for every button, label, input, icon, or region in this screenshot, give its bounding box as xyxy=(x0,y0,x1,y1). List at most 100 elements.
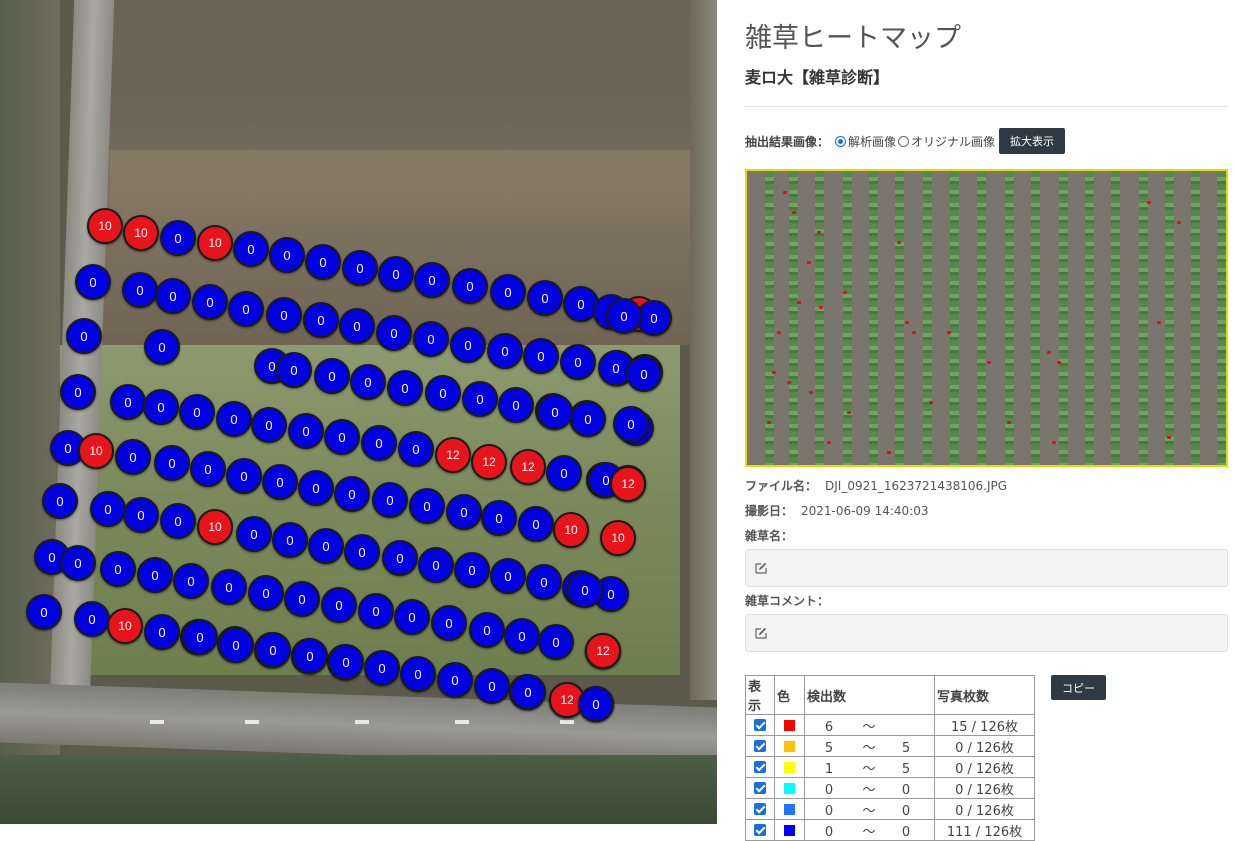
weed-marker-high[interactable]: 10 xyxy=(600,520,636,556)
legend-checkbox-cell[interactable] xyxy=(745,819,775,841)
weed-marker-none[interactable]: 0 xyxy=(144,329,180,365)
weed-marker-none[interactable]: 0 xyxy=(328,644,364,680)
weed-marker-none[interactable]: 0 xyxy=(160,220,196,256)
weed-marker-none[interactable]: 0 xyxy=(42,483,78,519)
weed-marker-none[interactable]: 0 xyxy=(269,237,305,273)
weed-marker-none[interactable]: 0 xyxy=(154,445,190,481)
weed-marker-high[interactable]: 12 xyxy=(610,466,646,502)
weed-marker-none[interactable]: 0 xyxy=(398,431,434,467)
weed-marker-none[interactable]: 0 xyxy=(490,558,526,594)
aerial-map[interactable]: 10 10 0 10 0 0 0 0 0 0 0 0 0 0 0 0 0 0 0 0 0 0 0 0 0 0 0 0 0 0 0 0 0 0 0 0 0… xyxy=(0,0,717,824)
weed-marker-none[interactable]: 0 xyxy=(211,569,247,605)
weed-marker-none[interactable]: 0 xyxy=(292,638,328,674)
weed-marker-none[interactable]: 0 xyxy=(414,262,450,298)
weed-marker-none[interactable]: 0 xyxy=(462,381,498,417)
legend-checkbox-cell[interactable] xyxy=(745,735,775,757)
weed-marker-none[interactable]: 0 xyxy=(394,599,430,635)
weed-marker-none[interactable]: 0 xyxy=(567,572,603,608)
weed-marker-none[interactable]: 0 xyxy=(298,470,334,506)
weed-marker-none[interactable]: 0 xyxy=(527,280,563,316)
weed-marker-none[interactable]: 0 xyxy=(272,522,308,558)
weed-marker-none[interactable]: 0 xyxy=(400,656,436,692)
weed-marker-none[interactable]: 0 xyxy=(115,439,151,475)
radio-original[interactable] xyxy=(898,135,910,147)
legend-checkbox[interactable] xyxy=(754,761,766,773)
weed-comment-field[interactable] xyxy=(745,614,1228,652)
weed-marker-none[interactable]: 0 xyxy=(376,315,412,351)
weed-marker-none[interactable]: 0 xyxy=(228,291,264,327)
weed-marker-none[interactable]: 0 xyxy=(613,406,649,442)
weed-marker-none[interactable]: 0 xyxy=(60,374,96,410)
radio-analysis-label[interactable]: 解析画像 xyxy=(848,133,896,150)
weed-marker-none[interactable]: 0 xyxy=(173,563,209,599)
weed-marker-none[interactable]: 0 xyxy=(324,419,360,455)
legend-checkbox[interactable] xyxy=(754,740,766,752)
weed-marker-none[interactable]: 0 xyxy=(498,387,534,423)
weed-marker-none[interactable]: 0 xyxy=(518,506,554,542)
weed-marker-none[interactable]: 0 xyxy=(284,581,320,617)
weed-marker-none[interactable]: 0 xyxy=(160,503,196,539)
weed-marker-none[interactable]: 0 xyxy=(251,407,287,443)
weed-marker-none[interactable]: 0 xyxy=(413,321,449,357)
weed-marker-none[interactable]: 0 xyxy=(190,451,226,487)
weed-marker-none[interactable]: 0 xyxy=(100,551,136,587)
weed-marker-none[interactable]: 0 xyxy=(314,358,350,394)
weed-marker-none[interactable]: 0 xyxy=(490,274,526,310)
weed-marker-none[interactable]: 0 xyxy=(372,482,408,518)
weed-marker-none[interactable]: 0 xyxy=(122,272,158,308)
weed-marker-high[interactable]: 12 xyxy=(510,449,546,485)
weed-marker-none[interactable]: 0 xyxy=(510,674,546,710)
weed-marker-none[interactable]: 0 xyxy=(26,594,62,630)
analysis-image[interactable] xyxy=(745,169,1228,467)
weed-marker-none[interactable]: 0 xyxy=(248,575,284,611)
weed-marker-none[interactable]: 0 xyxy=(305,244,341,280)
weed-marker-none[interactable]: 0 xyxy=(538,624,574,660)
weed-marker-none[interactable]: 0 xyxy=(276,352,312,388)
weed-marker-none[interactable]: 0 xyxy=(144,614,180,650)
legend-checkbox-cell[interactable] xyxy=(745,798,775,820)
weed-marker-none[interactable]: 0 xyxy=(137,557,173,593)
weed-marker-none[interactable]: 0 xyxy=(450,327,486,363)
weed-marker-none[interactable]: 0 xyxy=(361,425,397,461)
weed-marker-none[interactable]: 0 xyxy=(218,627,254,663)
weed-marker-high[interactable]: 10 xyxy=(87,208,123,244)
weed-marker-none[interactable]: 0 xyxy=(378,256,414,292)
weed-marker-none[interactable]: 0 xyxy=(578,686,614,722)
weed-marker-none[interactable]: 0 xyxy=(192,284,228,320)
weed-marker-none[interactable]: 0 xyxy=(66,318,102,354)
weed-marker-none[interactable]: 0 xyxy=(626,356,662,392)
weed-marker-none[interactable]: 0 xyxy=(308,528,344,564)
radio-analysis[interactable] xyxy=(835,135,847,147)
zoom-button[interactable]: 拡大表示 xyxy=(999,128,1066,154)
weed-marker-none[interactable]: 0 xyxy=(303,302,339,338)
weed-marker-none[interactable]: 0 xyxy=(387,370,423,406)
radio-original-label[interactable]: オリジナル画像 xyxy=(911,133,995,150)
weed-marker-none[interactable]: 0 xyxy=(504,618,540,654)
weed-marker-none[interactable]: 0 xyxy=(469,612,505,648)
weed-marker-none[interactable]: 0 xyxy=(350,364,386,400)
weed-marker-none[interactable]: 0 xyxy=(342,250,378,286)
weed-marker-none[interactable]: 0 xyxy=(226,458,262,494)
weed-marker-none[interactable]: 0 xyxy=(74,601,110,637)
weed-marker-none[interactable]: 0 xyxy=(344,534,380,570)
weed-marker-none[interactable]: 0 xyxy=(418,547,454,583)
weed-marker-none[interactable]: 0 xyxy=(182,619,218,655)
weed-marker-none[interactable]: 0 xyxy=(364,650,400,686)
weed-marker-high[interactable]: 12 xyxy=(471,444,507,480)
legend-checkbox[interactable] xyxy=(754,719,766,731)
legend-checkbox-cell[interactable] xyxy=(745,777,775,799)
legend-checkbox[interactable] xyxy=(754,803,766,815)
weed-marker-none[interactable]: 0 xyxy=(216,401,252,437)
weed-marker-none[interactable]: 0 xyxy=(409,488,445,524)
weed-marker-none[interactable]: 0 xyxy=(339,308,375,344)
weed-marker-none[interactable]: 0 xyxy=(431,605,467,641)
weed-marker-none[interactable]: 0 xyxy=(425,375,461,411)
weed-marker-none[interactable]: 0 xyxy=(90,491,126,527)
weed-marker-none[interactable]: 0 xyxy=(233,231,269,267)
weed-marker-none[interactable]: 0 xyxy=(358,593,394,629)
legend-checkbox[interactable] xyxy=(754,824,766,836)
weed-marker-none[interactable]: 0 xyxy=(454,552,490,588)
weed-marker-none[interactable]: 0 xyxy=(110,384,146,420)
weed-marker-none[interactable]: 0 xyxy=(560,344,596,380)
weed-marker-none[interactable]: 0 xyxy=(334,476,370,512)
